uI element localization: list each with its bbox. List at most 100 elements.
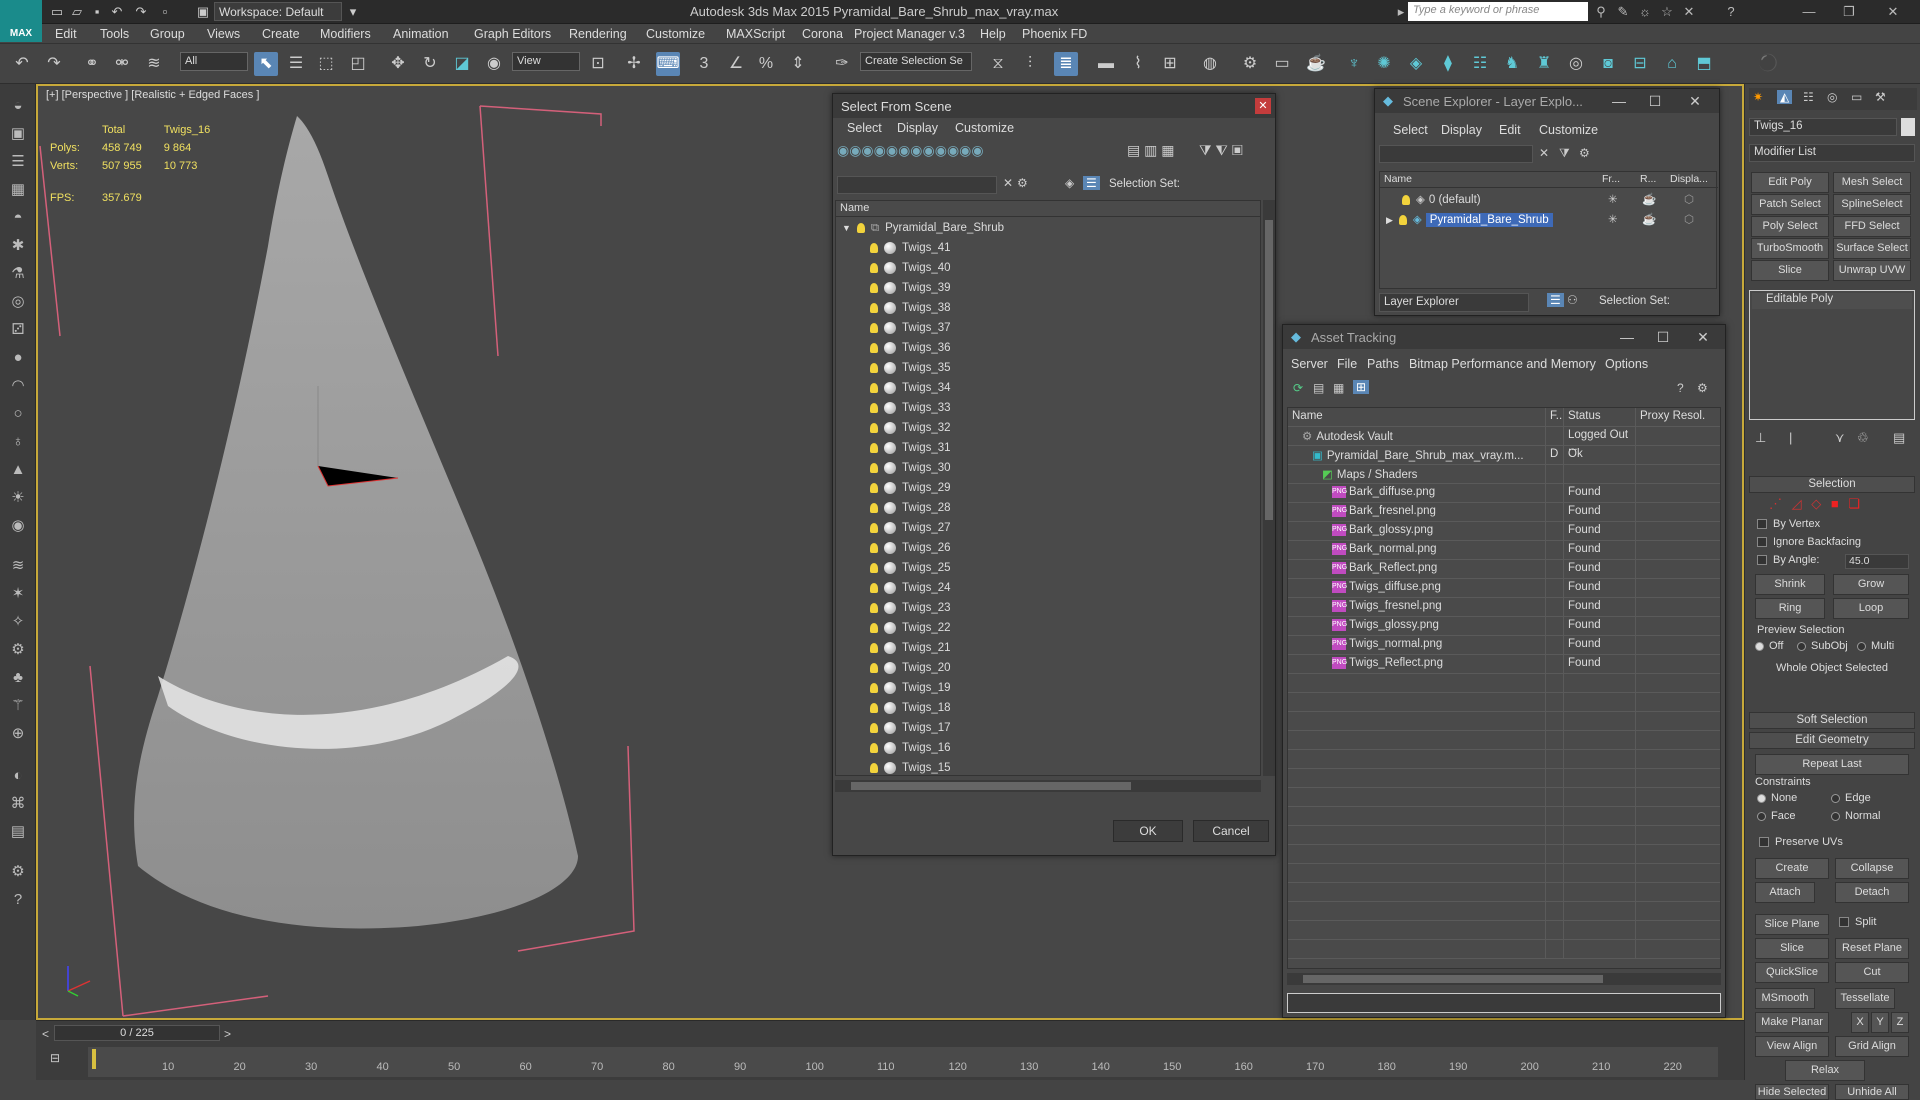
vfb-icon[interactable]: ⧫ bbox=[1436, 52, 1460, 76]
proxy-icon[interactable]: ♞ bbox=[1500, 52, 1524, 76]
binoculars-icon[interactable]: ⚲ bbox=[1592, 3, 1610, 21]
new-file-icon[interactable]: ▭ bbox=[48, 3, 66, 21]
info-icon[interactable]: ▤ bbox=[6, 820, 30, 844]
light-bulb-icon[interactable] bbox=[870, 382, 878, 393]
loop-button[interactable]: Loop bbox=[1833, 598, 1909, 619]
by-angle-checkbox[interactable]: By Angle: bbox=[1757, 554, 1819, 566]
scene-object-row[interactable]: Twigs_17 bbox=[870, 718, 951, 738]
torus-icon[interactable]: ◎ bbox=[6, 290, 30, 314]
scene-object-list[interactable]: Name ▼ ⧉ Pyramidal_Bare_Shrub Twigs_41 Twig… bbox=[835, 200, 1261, 776]
light-bulb-icon[interactable] bbox=[870, 642, 878, 653]
display-icon[interactable]: ⬡ bbox=[1684, 190, 1694, 210]
object-name-field[interactable]: Twigs_16 bbox=[1749, 118, 1897, 136]
light-bulb-icon[interactable] bbox=[870, 322, 878, 333]
pivot-center-icon[interactable]: ⊡ bbox=[586, 52, 610, 76]
menu-phoenix-fd[interactable]: Phoenix FD bbox=[1022, 27, 1087, 41]
light-bulb-icon[interactable] bbox=[870, 542, 878, 553]
vray-mesh-icon[interactable]: ⌂ bbox=[1660, 52, 1684, 76]
layer-icon[interactable]: ◈ bbox=[1065, 176, 1074, 190]
planar-y-button[interactable]: Y bbox=[1871, 1012, 1889, 1033]
curve-editor-icon[interactable]: ⌇ bbox=[1126, 52, 1150, 76]
hair-icon[interactable]: ⚚ bbox=[6, 694, 30, 718]
asset-row-name[interactable]: PNG Bark_diffuse.png bbox=[1288, 484, 1546, 503]
layer-row-default[interactable]: ◈ 0 (default) ✳ ☕ ⬡ bbox=[1380, 190, 1718, 210]
show-end-result-icon[interactable]: | bbox=[1789, 430, 1792, 445]
select-search-input[interactable] bbox=[837, 176, 997, 194]
reset-plane-button[interactable]: Reset Plane bbox=[1835, 938, 1909, 959]
create-button[interactable]: Create bbox=[1755, 858, 1829, 879]
constraint-edge-radio[interactable]: Edge bbox=[1831, 792, 1871, 804]
asset-menu-server[interactable]: Server bbox=[1291, 357, 1328, 371]
window-crossing-icon[interactable]: ◰ bbox=[346, 52, 370, 76]
hide-selected-button[interactable]: Hide Selected bbox=[1755, 1084, 1829, 1100]
modify-tab-icon[interactable]: ◭ bbox=[1777, 90, 1793, 104]
menu-tools[interactable]: Tools bbox=[100, 27, 129, 41]
asset-row-name[interactable]: ⚙ Autodesk Vault bbox=[1288, 427, 1546, 446]
scene-object-row[interactable]: Twigs_36 bbox=[870, 338, 951, 358]
stack-item-editable-poly[interactable]: Editable Poly bbox=[1752, 293, 1912, 309]
render-teapot-icon[interactable]: ☕ bbox=[1642, 210, 1656, 230]
asset-menu-options[interactable]: Options bbox=[1605, 357, 1648, 371]
scene-object-row[interactable]: Twigs_24 bbox=[870, 578, 951, 598]
modifier-button[interactable]: TurboSmooth bbox=[1751, 238, 1829, 259]
modifier-button[interactable]: Edit Poly bbox=[1751, 172, 1829, 193]
slice-button[interactable]: Slice bbox=[1755, 938, 1829, 959]
menu-customize[interactable]: Customize bbox=[646, 27, 705, 41]
minimize-icon[interactable]: — bbox=[1609, 325, 1645, 349]
column-render[interactable]: R... bbox=[1640, 173, 1656, 185]
light-bulb-icon[interactable] bbox=[856, 222, 865, 233]
spinner-snap-icon[interactable]: ⇕ bbox=[786, 52, 810, 76]
expand-arrow-icon[interactable]: ▶ bbox=[1386, 215, 1393, 225]
hierarchy-icon[interactable]: ⚇ bbox=[1567, 293, 1578, 307]
scene-object-row[interactable]: Twigs_41 bbox=[870, 238, 951, 258]
element-icon[interactable]: ❏ bbox=[1848, 496, 1860, 511]
quickslice-button[interactable]: QuickSlice bbox=[1755, 962, 1829, 983]
help-search-input[interactable]: Type a keyword or phrase bbox=[1408, 2, 1588, 21]
constraint-normal-radio[interactable]: Normal bbox=[1831, 810, 1880, 822]
constraint-none-radio[interactable]: None bbox=[1757, 792, 1797, 804]
remove-modifier-icon[interactable]: ♲ bbox=[1857, 430, 1869, 446]
light-bulb-icon[interactable] bbox=[1398, 214, 1407, 225]
shrub-mesh[interactable] bbox=[134, 116, 578, 929]
light-bulb-icon[interactable] bbox=[870, 422, 878, 433]
constraint-face-radio[interactable]: Face bbox=[1757, 810, 1795, 822]
restore-icon[interactable]: ☐ bbox=[1637, 89, 1673, 113]
list-tools-icon[interactable]: ▤ ▥ ▦ bbox=[1127, 142, 1174, 159]
asset-row-name[interactable]: PNG Twigs_glossy.png bbox=[1288, 617, 1546, 636]
scene-object-row[interactable]: Twigs_19 bbox=[870, 678, 951, 698]
undo-icon[interactable]: ↶ bbox=[108, 3, 126, 21]
menu-help[interactable]: Help bbox=[980, 27, 1006, 41]
vase-icon[interactable]: ♁ bbox=[6, 430, 30, 454]
asset-row-name[interactable]: PNG Bark_Reflect.png bbox=[1288, 560, 1546, 579]
film-icon[interactable]: ⚂ bbox=[6, 318, 30, 342]
display-geometry-icon[interactable]: ◉◉◉◉◉◉◉◉◉◉◉◉ bbox=[837, 142, 984, 159]
sun-icon[interactable]: ✺ bbox=[1372, 52, 1396, 76]
help-icon[interactable]: ? bbox=[1722, 3, 1740, 21]
layer-list[interactable]: Name Fr... R... Displa... ◈ 0 (default) ✳… bbox=[1379, 171, 1718, 289]
scene-object-row[interactable]: Twigs_27 bbox=[870, 518, 951, 538]
close-icon[interactable]: ✕ bbox=[1677, 89, 1713, 113]
angle-snap-icon[interactable]: ∠ bbox=[724, 52, 748, 76]
light-lister-icon[interactable]: ♆ bbox=[1342, 52, 1366, 76]
selection-filter-dropdown[interactable]: All bbox=[180, 52, 248, 71]
soft-selection-rollout[interactable]: Soft Selection bbox=[1749, 712, 1915, 729]
percent-snap-icon[interactable]: % bbox=[754, 52, 778, 76]
close-icon[interactable]: ✕ bbox=[1685, 325, 1721, 349]
menu-rendering[interactable]: Rendering bbox=[569, 27, 627, 41]
workspace-dropdown[interactable]: Workspace: Default bbox=[214, 2, 342, 21]
scene-explorer-menu-customize[interactable]: Customize bbox=[1539, 123, 1598, 137]
msmooth-button[interactable]: MSmooth bbox=[1755, 988, 1815, 1009]
light-bulb-icon[interactable] bbox=[870, 602, 878, 613]
clear-search-icon[interactable]: ✕ bbox=[1003, 176, 1013, 190]
scene-object-row[interactable]: Twigs_16 bbox=[870, 738, 951, 758]
close-icon[interactable]: ✕ bbox=[1255, 98, 1271, 114]
open-file-icon[interactable]: ▱ bbox=[68, 3, 86, 21]
select-by-name-icon[interactable]: ☰ bbox=[284, 52, 308, 76]
modifier-list-dropdown[interactable]: Modifier List bbox=[1749, 144, 1915, 162]
ring-icon[interactable]: ◉ bbox=[6, 514, 30, 538]
menu-group[interactable]: Group bbox=[150, 27, 185, 41]
scene-object-row[interactable]: Twigs_29 bbox=[870, 478, 951, 498]
edit-geometry-rollout[interactable]: Edit Geometry bbox=[1749, 732, 1915, 749]
scene-object-row[interactable]: Twigs_34 bbox=[870, 378, 951, 398]
menu-graph-editors[interactable]: Graph Editors bbox=[474, 27, 551, 41]
